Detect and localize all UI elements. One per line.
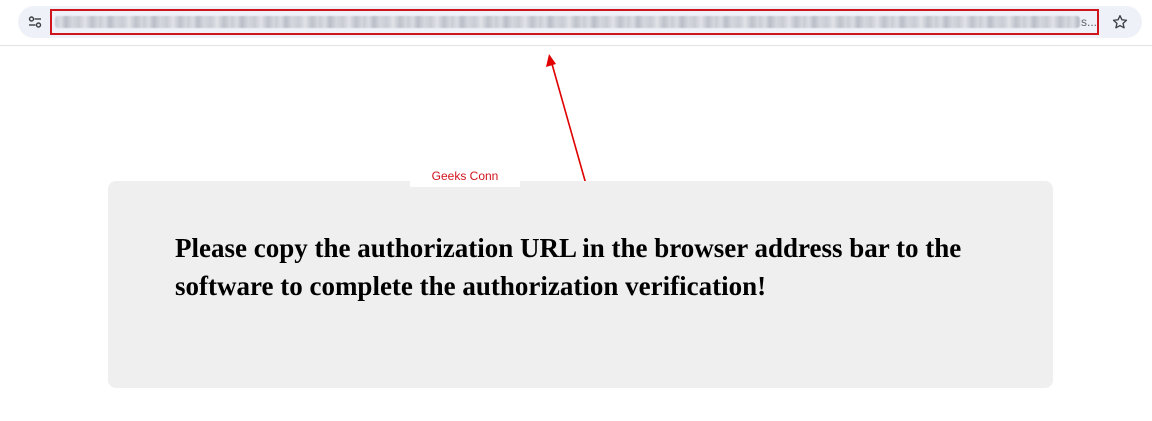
star-outline-icon	[1112, 15, 1128, 29]
blurred-url	[55, 16, 1080, 28]
address-bar[interactable]: s...	[18, 6, 1142, 38]
authorization-message: Please copy the authorization URL in the…	[175, 233, 962, 301]
page: s... Please copy the authorization URL i…	[0, 0, 1152, 421]
url-text-field[interactable]: s...	[50, 9, 1099, 35]
tune-icon	[28, 16, 42, 28]
watermark-label: Geeks Conn	[410, 165, 520, 187]
bookmark-star-button[interactable]	[1108, 10, 1132, 34]
message-card: Please copy the authorization URL in the…	[108, 181, 1053, 388]
site-settings-button[interactable]	[24, 11, 46, 33]
url-ellipsis: s...	[1080, 15, 1097, 29]
browser-toolbar: s...	[0, 0, 1152, 46]
